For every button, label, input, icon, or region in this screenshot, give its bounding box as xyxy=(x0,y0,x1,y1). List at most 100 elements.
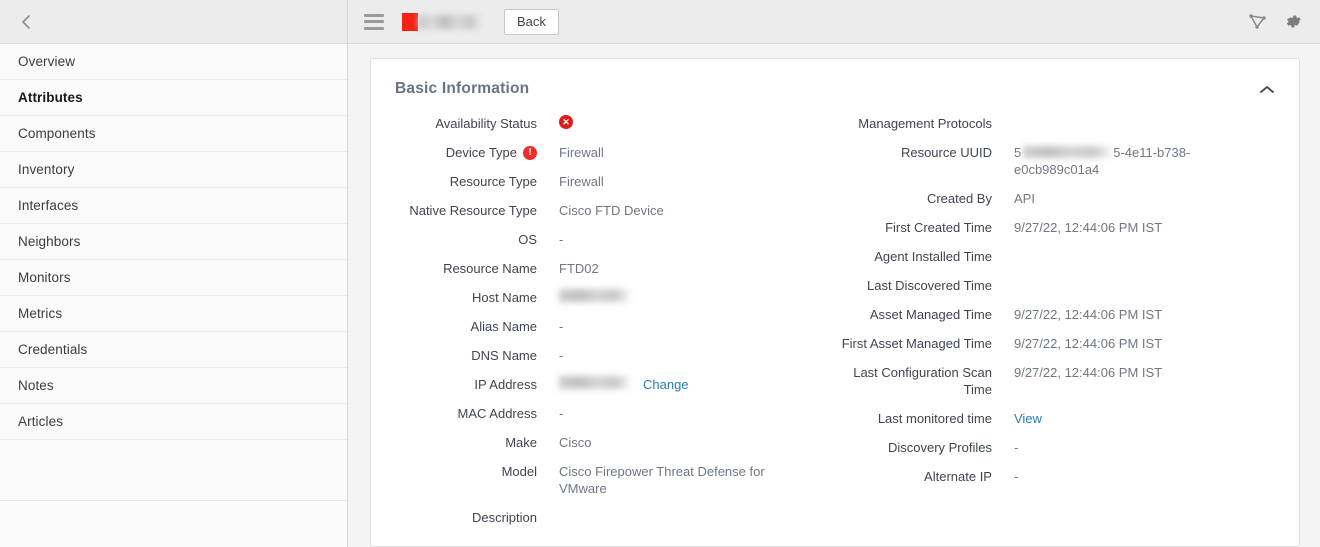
sidebar-item-label: Articles xyxy=(18,414,64,429)
field-alternate-ip: Alternate IP - xyxy=(840,468,1299,485)
resource-uuid-value: 5 5-4e11-b738-e0cb989c01a4 xyxy=(1014,144,1264,178)
field-value-text: - xyxy=(559,406,564,421)
sidebar-item-notes[interactable]: Notes xyxy=(0,368,347,404)
field-value-text: Cisco Firepower Threat Defense for VMwar… xyxy=(559,464,765,496)
ip-address-redacted xyxy=(559,376,629,389)
sidebar-item-articles[interactable]: Articles xyxy=(0,404,347,440)
sidebar-item-label: Attributes xyxy=(18,90,83,105)
field-value: 9/27/22, 12:44:06 PM IST xyxy=(992,219,1299,236)
field-value xyxy=(992,277,1299,294)
field-native-resource-type: Native Resource Type Cisco FTD Device xyxy=(371,202,840,219)
field-value-text: FTD02 xyxy=(559,261,599,276)
field-value xyxy=(537,509,840,526)
chevron-up-icon[interactable] xyxy=(1257,79,1277,99)
field-label-text: Device Type xyxy=(445,145,517,160)
field-first-asset-managed-time: First Asset Managed Time 9/27/22, 12:44:… xyxy=(840,335,1299,352)
field-value: Change xyxy=(537,376,840,393)
sidebar-item-label: Overview xyxy=(18,54,76,69)
field-label: Created By xyxy=(926,191,992,206)
field-label: IP Address xyxy=(474,377,537,392)
main-panel: Back Basic Information Availability Stat… xyxy=(348,0,1320,547)
field-value: 9/27/22, 12:44:06 PM IST xyxy=(992,335,1299,352)
sidebar-item-monitors[interactable]: Monitors xyxy=(0,260,347,296)
sidebar-header xyxy=(0,0,347,44)
field-value: 9/27/22, 12:44:06 PM IST xyxy=(992,306,1299,323)
change-ip-link[interactable]: Change xyxy=(643,376,689,393)
field-label: Resource Type xyxy=(449,174,537,189)
field-value xyxy=(992,115,1299,132)
hamburger-menu-icon[interactable] xyxy=(364,13,384,30)
field-value-text: Cisco xyxy=(559,435,592,450)
sidebar-footer xyxy=(0,500,347,547)
field-dns-name: DNS Name - xyxy=(371,347,840,364)
sidebar-item-inventory[interactable]: Inventory xyxy=(0,152,347,188)
field-label: Alias Name xyxy=(470,319,537,334)
sidebar-item-metrics[interactable]: Metrics xyxy=(0,296,347,332)
device-title-redacted xyxy=(418,14,482,29)
field-last-configuration-scan-time: Last Configuration Scan Time 9/27/22, 12… xyxy=(840,364,1299,398)
sidebar-item-overview[interactable]: Overview xyxy=(0,44,347,80)
field-resource-type: Resource Type Firewall xyxy=(371,173,840,190)
field-label: Resource Name xyxy=(443,261,537,276)
field-label: Resource UUID xyxy=(900,145,992,160)
field-label: Management Protocols xyxy=(858,116,992,131)
field-label: Availability Status xyxy=(435,116,537,131)
sidebar-item-components[interactable]: Components xyxy=(0,116,347,152)
field-label: Model xyxy=(501,464,537,479)
sidebar-item-label: Credentials xyxy=(18,342,88,357)
field-value: - xyxy=(537,231,840,248)
field-label: Device Type ! xyxy=(371,144,537,161)
field-value: - xyxy=(537,318,840,335)
field-label: OS xyxy=(518,232,537,247)
field-value: Cisco xyxy=(537,434,840,451)
sidebar-item-label: Neighbors xyxy=(18,234,81,249)
content-area: Basic Information Availability Status ✕ … xyxy=(348,44,1320,547)
view-link[interactable]: View xyxy=(1014,410,1042,427)
field-value-text: 9/27/22, 12:44:06 PM IST xyxy=(1013,307,1163,322)
field-label: Native Resource Type xyxy=(409,203,537,218)
gear-icon[interactable] xyxy=(1280,9,1306,35)
field-label: Host Name xyxy=(471,290,537,305)
field-value-text: - xyxy=(1013,469,1019,484)
device-type-warning-icon[interactable]: ! xyxy=(523,145,537,160)
field-label: DNS Name xyxy=(471,348,537,363)
field-value-text: Firewall xyxy=(559,145,604,160)
field-label: First Asset Managed Time xyxy=(841,336,992,351)
field-last-monitored-time: Last monitored time View xyxy=(840,410,1299,427)
field-value-text: - xyxy=(559,348,564,363)
field-label: Last Configuration Scan Time xyxy=(853,365,992,397)
field-value: - xyxy=(992,439,1299,456)
status-chip xyxy=(402,12,418,31)
field-value: 5 5-4e11-b738-e0cb989c01a4 xyxy=(992,144,1299,178)
sidebar: Overview Attributes Components Inventory… xyxy=(0,0,348,547)
back-button[interactable]: Back xyxy=(504,8,559,35)
field-value: - xyxy=(992,468,1299,485)
field-device-type: Device Type ! Firewall xyxy=(371,144,840,161)
sidebar-item-attributes[interactable]: Attributes xyxy=(0,80,347,116)
field-value-text: - xyxy=(559,232,564,247)
field-description: Description xyxy=(371,509,840,526)
field-make: Make Cisco xyxy=(371,434,840,451)
field-value: FTD02 xyxy=(537,260,840,277)
field-value: API xyxy=(992,190,1299,207)
field-value-text: API xyxy=(1013,191,1035,206)
chevron-left-icon[interactable] xyxy=(16,12,36,32)
card-body: Availability Status ✕ Device Type ! Fire… xyxy=(371,99,1299,538)
sidebar-item-credentials[interactable]: Credentials xyxy=(0,332,347,368)
host-name-redacted xyxy=(559,289,629,302)
sidebar-item-neighbors[interactable]: Neighbors xyxy=(0,224,347,260)
sidebar-empty-space xyxy=(0,440,347,500)
field-host-name: Host Name xyxy=(371,289,840,306)
field-value: - xyxy=(537,405,840,422)
field-agent-installed-time: Agent Installed Time xyxy=(840,248,1299,265)
sidebar-item-interfaces[interactable]: Interfaces xyxy=(0,188,347,224)
field-value-text: 9/27/22, 12:44:06 PM IST xyxy=(1013,365,1163,380)
topology-icon[interactable] xyxy=(1244,9,1270,35)
field-resource-name: Resource Name FTD02 xyxy=(371,260,840,277)
field-value: Firewall xyxy=(537,144,840,161)
field-value: ✕ xyxy=(537,115,840,132)
field-model: Model Cisco Firepower Threat Defense for… xyxy=(371,463,840,497)
right-field-column: Management Protocols Resource UUID 5 5-4e… xyxy=(840,115,1299,538)
sidebar-item-label: Notes xyxy=(18,378,54,393)
field-asset-managed-time: Asset Managed Time 9/27/22, 12:44:06 PM … xyxy=(840,306,1299,323)
